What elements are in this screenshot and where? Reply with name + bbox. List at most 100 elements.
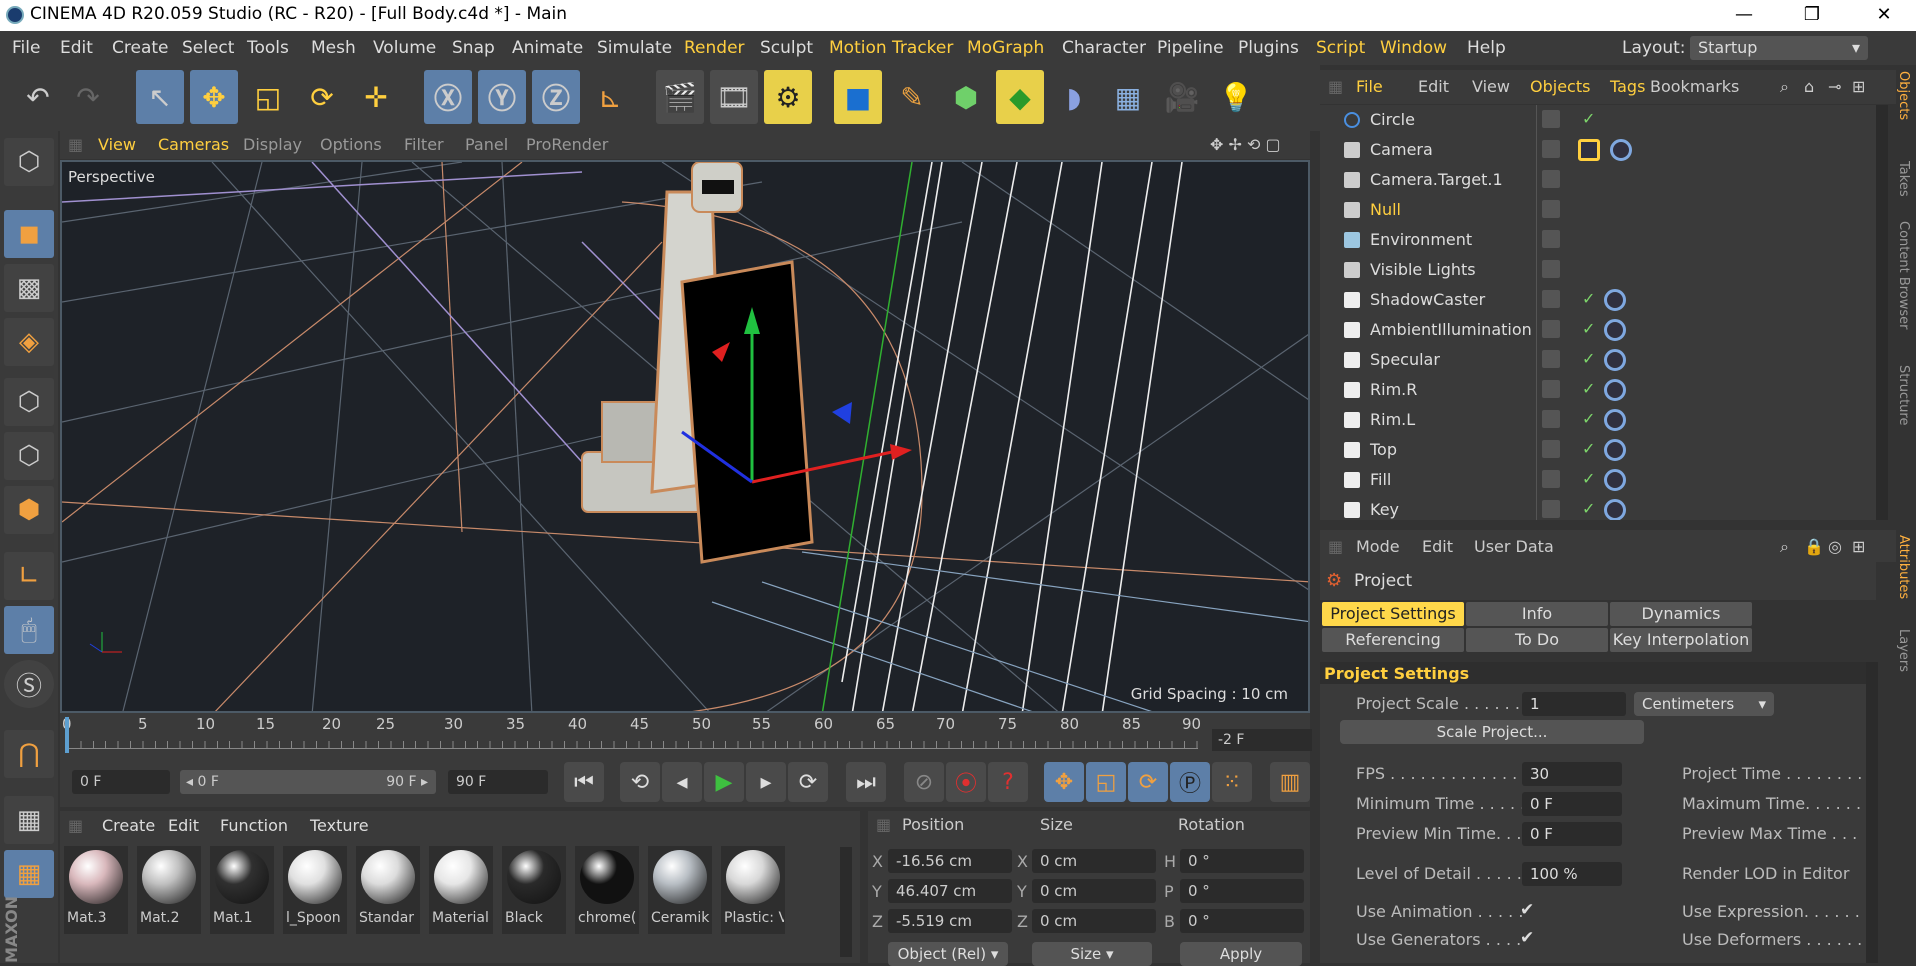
attr-menu-mode[interactable]: Mode <box>1356 537 1400 556</box>
go-to-end-icon[interactable]: ⏭ <box>846 762 886 802</box>
side-tab-content-browser[interactable]: Content Browser <box>1896 221 1911 330</box>
object-row[interactable]: Top ✓ <box>1320 435 1876 465</box>
rotation-h-field[interactable]: 0 ° <box>1180 849 1304 873</box>
use-animation-checkbox[interactable]: ✔ <box>1520 900 1534 920</box>
key-parameter-icon[interactable]: Ⓟ <box>1170 762 1210 802</box>
menu-volume[interactable]: Volume <box>373 38 436 58</box>
enabled-check-icon[interactable]: ✓ <box>1582 469 1595 488</box>
material-menu-texture[interactable]: Texture <box>310 816 369 835</box>
coordinate-system-icon[interactable]: ⊾ <box>586 70 634 124</box>
target-tag-icon[interactable] <box>1604 409 1626 431</box>
key-scale-icon[interactable]: ◱ <box>1086 762 1126 802</box>
key-rotation-icon[interactable]: ⟳ <box>1128 762 1168 802</box>
material-swatch[interactable]: chrome( <box>575 846 639 934</box>
object-name[interactable]: Visible Lights <box>1370 260 1476 279</box>
use-generators-checkbox[interactable]: ✔ <box>1520 928 1534 948</box>
position-z-field[interactable]: -5.519 cm <box>888 909 1012 933</box>
object-name[interactable]: Rim.L <box>1370 410 1415 429</box>
object-menu-tags[interactable]: Tags <box>1610 77 1645 96</box>
enabled-check-icon[interactable]: ✓ <box>1582 319 1595 338</box>
enabled-check-icon[interactable]: ✓ <box>1582 109 1595 128</box>
size-mode-dropdown[interactable]: Size ▾ <box>1032 942 1152 966</box>
render-picture-queue-icon[interactable]: 🎞 <box>710 70 758 124</box>
position-x-field[interactable]: -16.56 cm <box>888 849 1012 873</box>
points-mode-icon[interactable]: ⬡ <box>4 378 54 426</box>
search-icon[interactable]: ⌕ <box>1780 537 1789 557</box>
enabled-check-icon[interactable]: ✓ <box>1582 499 1595 518</box>
workplane-mode-icon[interactable]: ◈ <box>4 318 54 366</box>
material-swatch[interactable]: Mat.2 <box>137 846 201 934</box>
3d-viewport[interactable]: Perspective Grid Spacing : 10 cm <box>60 160 1310 713</box>
menu-plugins[interactable]: Plugins <box>1238 38 1299 58</box>
material-menu-edit[interactable]: Edit <box>168 816 199 835</box>
start-frame-field[interactable]: 0 F <box>72 770 170 794</box>
object-row[interactable]: Visible Lights <box>1320 255 1876 285</box>
level-of-detail-field[interactable]: 100 % <box>1522 862 1622 886</box>
target-icon[interactable]: ◎ <box>1828 537 1842 556</box>
material-swatch[interactable]: Mat.1 <box>210 846 274 934</box>
viewport-menu-options[interactable]: Options <box>320 135 382 154</box>
restore-button[interactable]: ❐ <box>1782 0 1842 31</box>
key-position-icon[interactable]: ✥ <box>1044 762 1084 802</box>
light-icon[interactable]: 💡 <box>1212 70 1260 124</box>
timeline-ruler[interactable]: 0 5 10 15 20 25 30 35 40 45 50 55 60 65 … <box>60 713 1310 757</box>
key-point-level-icon[interactable]: ⁙ <box>1212 762 1252 802</box>
target-tag-icon[interactable] <box>1610 139 1632 161</box>
object-name[interactable]: Fill <box>1370 470 1391 489</box>
enabled-check-icon[interactable]: ✓ <box>1582 289 1595 308</box>
camera-icon[interactable]: 🎥 <box>1158 70 1206 124</box>
layer-visibility-icon[interactable] <box>1542 320 1560 338</box>
apply-button[interactable]: Apply <box>1180 942 1302 966</box>
layer-visibility-icon[interactable] <box>1542 440 1560 458</box>
viewport-menu-filter[interactable]: Filter <box>404 135 444 154</box>
menu-window[interactable]: Window <box>1380 38 1447 58</box>
texture-mode-icon[interactable]: ▩ <box>4 264 54 312</box>
object-name[interactable]: Top <box>1370 440 1397 459</box>
object-name[interactable]: ShadowCaster <box>1370 290 1485 309</box>
render-settings-icon[interactable]: ⚙ <box>764 70 812 124</box>
minimum-time-field[interactable]: 0 F <box>1522 792 1622 816</box>
target-tag-icon[interactable] <box>1604 379 1626 401</box>
tab-key-interpolation[interactable]: Key Interpolation <box>1610 628 1752 652</box>
layer-visibility-icon[interactable] <box>1542 380 1560 398</box>
object-row[interactable]: Fill ✓ <box>1320 465 1876 495</box>
object-menu-bookmarks[interactable]: Bookmarks <box>1650 77 1739 96</box>
object-name[interactable]: Key <box>1370 500 1399 519</box>
object-row[interactable]: Camera <box>1320 135 1876 165</box>
layer-visibility-icon[interactable] <box>1542 260 1560 278</box>
x-axis-icon[interactable]: Ⓧ <box>424 70 472 124</box>
side-tab-objects[interactable]: Objects <box>1896 71 1911 120</box>
material-menu-create[interactable]: Create <box>102 816 155 835</box>
material-swatch[interactable]: Ceramik <box>648 846 712 934</box>
object-list-scrollbar[interactable] <box>1876 105 1888 520</box>
transform-icon[interactable]: ✛ <box>352 70 400 124</box>
viewport-menu-prorender[interactable]: ProRender <box>526 135 608 154</box>
viewport-menu-view[interactable]: View <box>98 135 136 154</box>
layer-visibility-icon[interactable] <box>1542 500 1560 518</box>
floor-icon[interactable]: ▦ <box>1104 70 1152 124</box>
tab-referencing[interactable]: Referencing <box>1322 628 1464 652</box>
menu-help[interactable]: Help <box>1467 38 1506 58</box>
menu-select[interactable]: Select <box>182 38 234 58</box>
object-row[interactable]: Circle ✓ <box>1320 105 1876 135</box>
current-frame-field[interactable]: -2 F <box>1212 729 1312 751</box>
select-icon[interactable]: ↖ <box>136 70 184 124</box>
position-y-field[interactable]: 46.407 cm <box>888 879 1012 903</box>
object-menu-view[interactable]: View <box>1472 77 1510 96</box>
layout-select[interactable]: Startup ▾ <box>1690 36 1868 60</box>
object-name[interactable]: Rim.R <box>1370 380 1417 399</box>
axis-mode-icon[interactable]: ∟ <box>4 552 54 600</box>
size-z-field[interactable]: 0 cm <box>1032 909 1156 933</box>
viewport-menu-cameras[interactable]: Cameras <box>158 135 229 154</box>
tab-dynamics[interactable]: Dynamics <box>1610 602 1752 626</box>
rotate-icon[interactable]: ⟳ <box>298 70 346 124</box>
object-name[interactable]: Specular <box>1370 350 1440 369</box>
edges-mode-icon[interactable]: ⬡ <box>4 432 54 480</box>
undo-icon[interactable]: ↶ <box>14 70 62 124</box>
layer-visibility-icon[interactable] <box>1542 140 1560 158</box>
menu-simulate[interactable]: Simulate <box>597 38 672 58</box>
menu-sculpt[interactable]: Sculpt <box>760 38 813 58</box>
new-panel-icon[interactable]: ⊞ <box>1852 77 1865 96</box>
object-menu-edit[interactable]: Edit <box>1418 77 1449 96</box>
layer-visibility-icon[interactable] <box>1542 230 1560 248</box>
